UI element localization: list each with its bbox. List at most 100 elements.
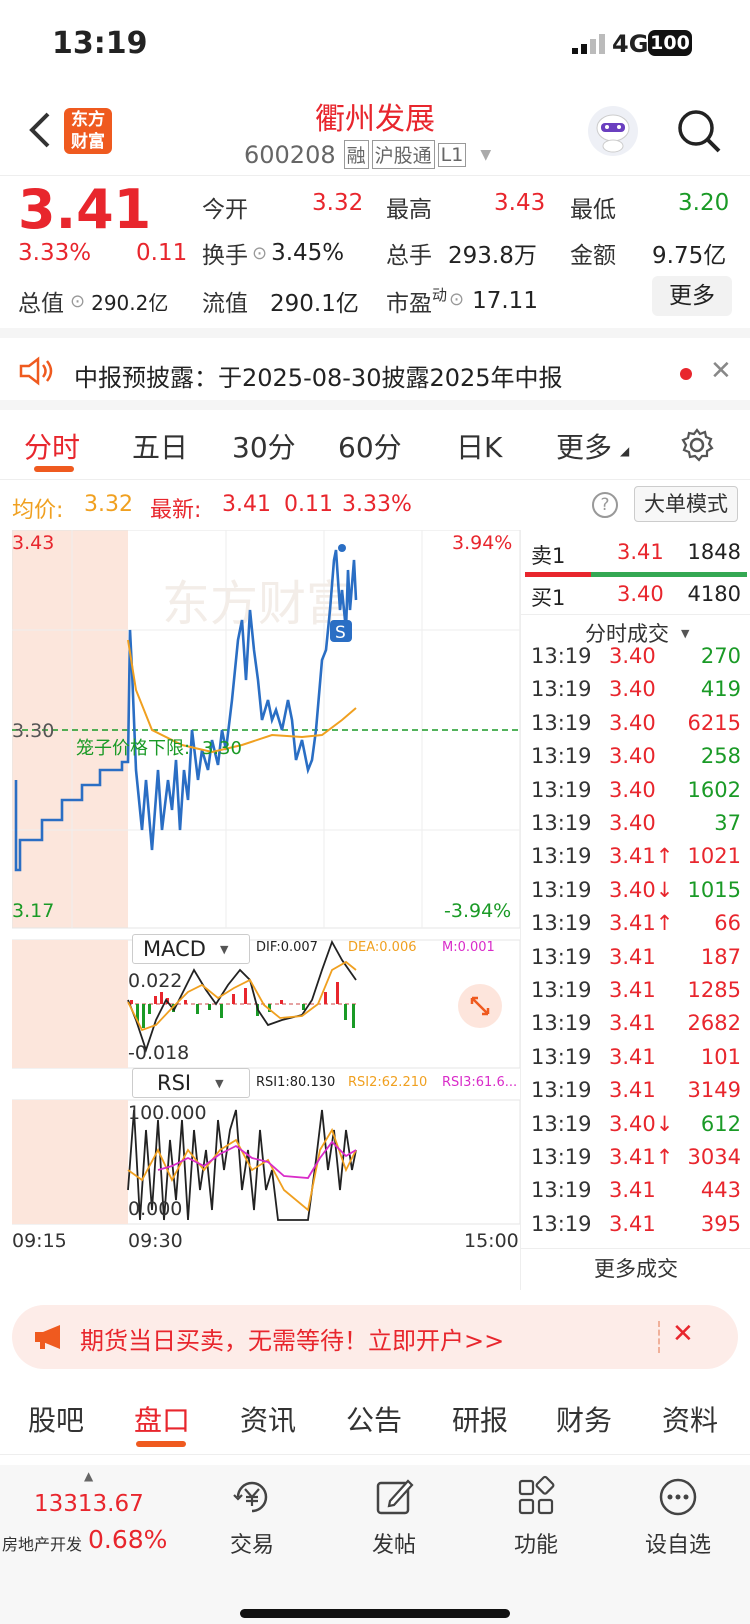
index-value[interactable]: 13313.67 <box>34 1491 144 1517</box>
sell1-label: 卖1 <box>531 544 566 568</box>
add-watchlist-button[interactable]: 设自选 <box>618 1475 738 1559</box>
trade-volume: 3034 <box>687 1145 741 1169</box>
trade-volume: 443 <box>700 1178 741 1203</box>
trade-volume: 270 <box>700 644 741 668</box>
trade-time: 13:19 <box>531 644 592 668</box>
info-icon[interactable]: ⊙ <box>449 289 464 310</box>
trade-row: 13:19 3.41 2682 <box>531 1011 741 1044</box>
trade-price: 3.40 <box>609 710 656 735</box>
settings-gear-icon[interactable] <box>680 428 714 466</box>
macd-max-label: 0.022 <box>128 970 183 992</box>
trade-time: 13:19 <box>531 777 592 802</box>
trade-volume: 3149 <box>687 1078 741 1103</box>
search-icon[interactable] <box>676 108 722 158</box>
divider <box>521 614 750 615</box>
info-icon[interactable]: ⊙ <box>70 291 85 312</box>
close-icon[interactable]: ✕ <box>710 356 732 386</box>
tab-more[interactable]: 更多 <box>556 426 612 466</box>
trade-volume: 1015 <box>687 877 741 902</box>
trade-time: 13:19 <box>531 1111 592 1136</box>
tag-level: L1 <box>437 142 467 167</box>
chevron-down-icon[interactable]: ▼ <box>480 147 491 163</box>
trade-volume: 66 <box>714 911 741 936</box>
watchlist-label: 设自选 <box>644 1533 711 1558</box>
expand-icon[interactable] <box>458 984 502 1028</box>
tab-30min[interactable]: 30分 <box>232 426 296 466</box>
tab-research[interactable]: 研报 <box>452 1399 508 1439</box>
buy1-label: 买1 <box>531 586 566 610</box>
trade-row: 13:19 3.41↑ 3034 <box>531 1145 741 1178</box>
status-time: 13:19 <box>52 26 148 61</box>
divider <box>658 1321 660 1353</box>
yen-exchange-icon <box>230 1475 274 1519</box>
info-icon[interactable]: ⊙ <box>252 243 267 264</box>
change-value: 0.11 <box>136 240 188 266</box>
tab-daily-k[interactable]: 日K <box>456 426 502 466</box>
trade-time: 13:19 <box>531 677 592 702</box>
notice-text: 中报预披露：于2025-08-30披露2025年中报 <box>74 364 563 392</box>
pct-min-label: -3.94% <box>444 900 512 922</box>
tab-60min[interactable]: 60分 <box>338 426 402 466</box>
big-order-mode-button[interactable]: 大单模式 <box>634 486 738 522</box>
speaker-icon <box>18 356 56 390</box>
sell-marker-label: S <box>335 623 346 643</box>
help-icon[interactable]: ? <box>592 492 618 518</box>
open-label: 今开 <box>202 197 248 223</box>
more-trades-button[interactable]: 更多成交 <box>521 1248 750 1290</box>
function-button[interactable]: 功能 <box>476 1475 596 1559</box>
change-percent: 3.33% <box>18 240 92 266</box>
open-value: 3.32 <box>312 190 364 216</box>
status-bar: 13:19 4G 100 <box>0 0 750 90</box>
current-price: 3.41 <box>18 178 152 241</box>
trade-time: 13:19 <box>531 744 592 769</box>
post-button[interactable]: 发帖 <box>334 1475 454 1559</box>
intraday-chart[interactable]: 东方财富 S 3.43 3.30 3.17 3.94% -3.94% 笼子价格下… <box>11 529 521 1290</box>
turnover-value: 3.45% <box>271 240 345 266</box>
tab-intraday[interactable]: 分时 <box>24 426 80 466</box>
trade-time: 13:19 <box>531 944 592 969</box>
trade-volume: 2682 <box>687 1011 741 1036</box>
trade-volume: 258 <box>700 744 741 769</box>
latest-point <box>338 544 346 552</box>
buy1-price: 3.40 <box>617 582 664 606</box>
float-label: 流值 <box>202 291 248 317</box>
tab-news[interactable]: 资讯 <box>240 1399 296 1439</box>
pe-sup: 动 <box>432 285 448 304</box>
trade-time: 13:19 <box>531 1211 592 1236</box>
more-quote-button[interactable]: 更多 <box>652 276 732 316</box>
watermark: 东方财富 <box>162 576 354 632</box>
trade-row: 13:19 3.40 270 <box>531 644 741 677</box>
trade-label: 交易 <box>229 1533 274 1558</box>
latest-value: 3.41 <box>222 492 271 517</box>
price-mid-label: 3.30 <box>12 720 55 742</box>
notice-bar[interactable]: 中报预披露：于2025-08-30披露2025年中报 ✕ <box>0 338 750 410</box>
stock-code-row: 600208 融 沪股通 L1 ▼ <box>244 140 491 169</box>
tab-handicap[interactable]: 盘口 <box>134 1399 190 1439</box>
sell-bar <box>525 572 591 577</box>
trade-time: 13:19 <box>531 1178 592 1203</box>
dif-value: DIF:0.007 <box>256 940 318 955</box>
buy1-volume: 4180 <box>687 582 741 606</box>
assistant-robot-icon[interactable] <box>588 106 638 156</box>
trade-price: 3.41 <box>609 978 656 1002</box>
tab-forum[interactable]: 股吧 <box>28 1399 84 1439</box>
promo-banner[interactable]: 期货当日买卖，无需等待！立即开户>> ✕ <box>12 1305 738 1369</box>
mktcap-value: 290.2亿 <box>91 290 169 315</box>
trade-row: 13:19 3.41↑ 1021 <box>531 844 741 877</box>
high-value: 3.43 <box>494 190 546 216</box>
unread-dot <box>680 368 692 380</box>
macd-selector[interactable]: MACD ▼ <box>132 934 250 964</box>
tab-finance[interactable]: 财务 <box>556 1399 612 1439</box>
back-icon[interactable] <box>26 110 54 154</box>
close-icon[interactable]: ✕ <box>672 1319 694 1349</box>
rsi-selector[interactable]: RSI ▼ <box>132 1068 250 1098</box>
trade-price: 3.41 <box>609 944 656 969</box>
trade-price: 3.40 <box>609 677 656 702</box>
tab-announcement[interactable]: 公告 <box>346 1399 402 1439</box>
trade-button[interactable]: 交易 <box>192 1475 312 1559</box>
float-value: 290.1亿 <box>270 291 359 317</box>
megaphone-icon <box>32 1323 66 1355</box>
tab-profile[interactable]: 资料 <box>662 1399 718 1439</box>
trade-volume: 419 <box>700 677 741 702</box>
tab-five-day[interactable]: 五日 <box>132 426 188 466</box>
